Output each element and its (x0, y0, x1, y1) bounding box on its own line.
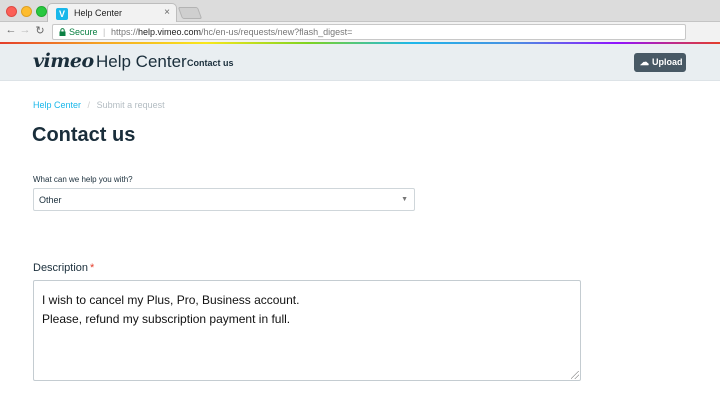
help-topic-label: What can we help you with? (33, 175, 133, 184)
help-topic-select[interactable]: Other ▼ (33, 188, 415, 211)
url-domain: help.vimeo.com (138, 27, 202, 37)
help-topic-selected-value: Other (39, 195, 62, 205)
cloud-upload-icon: ☁ (640, 57, 649, 67)
back-arrow-icon[interactable]: ← (4, 24, 18, 36)
description-textarea[interactable]: I wish to cancel my Plus, Pro, Business … (33, 280, 581, 381)
upload-button[interactable]: ☁ Upload (634, 53, 686, 72)
required-asterisk: * (90, 262, 95, 274)
maximize-window-button[interactable] (36, 6, 47, 17)
url-text: https://help.vimeo.com/hc/en-us/requests… (111, 25, 352, 39)
reload-icon[interactable]: ↻ (33, 24, 47, 37)
page-title: Contact us (32, 124, 136, 146)
tab-close-icon[interactable]: × (164, 7, 170, 18)
tab-title: Help Center (74, 8, 123, 18)
lock-icon (59, 28, 66, 36)
minimize-window-button[interactable] (21, 6, 32, 17)
secure-label: Secure (69, 27, 98, 37)
vimeo-favicon-icon: V (56, 8, 68, 20)
upload-label: Upload (652, 57, 683, 67)
new-tab-button[interactable] (177, 7, 203, 19)
description-label-text: Description (33, 262, 89, 274)
resize-handle-icon[interactable] (571, 371, 579, 379)
description-label: Description * (33, 262, 94, 274)
url-separator: | (103, 27, 106, 37)
chevron-down-icon: ▼ (401, 196, 408, 203)
browser-tabstrip: V Help Center × (0, 0, 720, 23)
breadcrumb: Help Center / Submit a request (33, 100, 165, 110)
address-bar[interactable]: Secure | https://help.vimeo.com/hc/en-us… (52, 24, 686, 40)
url-path: /hc/en-us/requests/new?flash_digest= (201, 27, 353, 37)
breadcrumb-separator: / (87, 100, 91, 110)
breadcrumb-current: Submit a request (96, 100, 165, 110)
breadcrumb-help-center[interactable]: Help Center (33, 100, 81, 110)
nav-contact-us[interactable]: Contact us (187, 58, 234, 68)
browser-toolbar: ← → ↻ Secure | https://help.vimeo.com/hc… (0, 22, 720, 58)
url-prefix: https:// (111, 27, 139, 37)
help-center-label[interactable]: Help Center (96, 52, 187, 72)
close-window-button[interactable] (6, 6, 17, 17)
vimeo-logo[interactable]: vimeo (33, 50, 94, 72)
site-header: vimeo Help Center Contact us ☁ Upload (0, 44, 720, 81)
forward-arrow-icon[interactable]: → (18, 24, 32, 36)
browser-tab[interactable]: V Help Center × (47, 3, 177, 23)
